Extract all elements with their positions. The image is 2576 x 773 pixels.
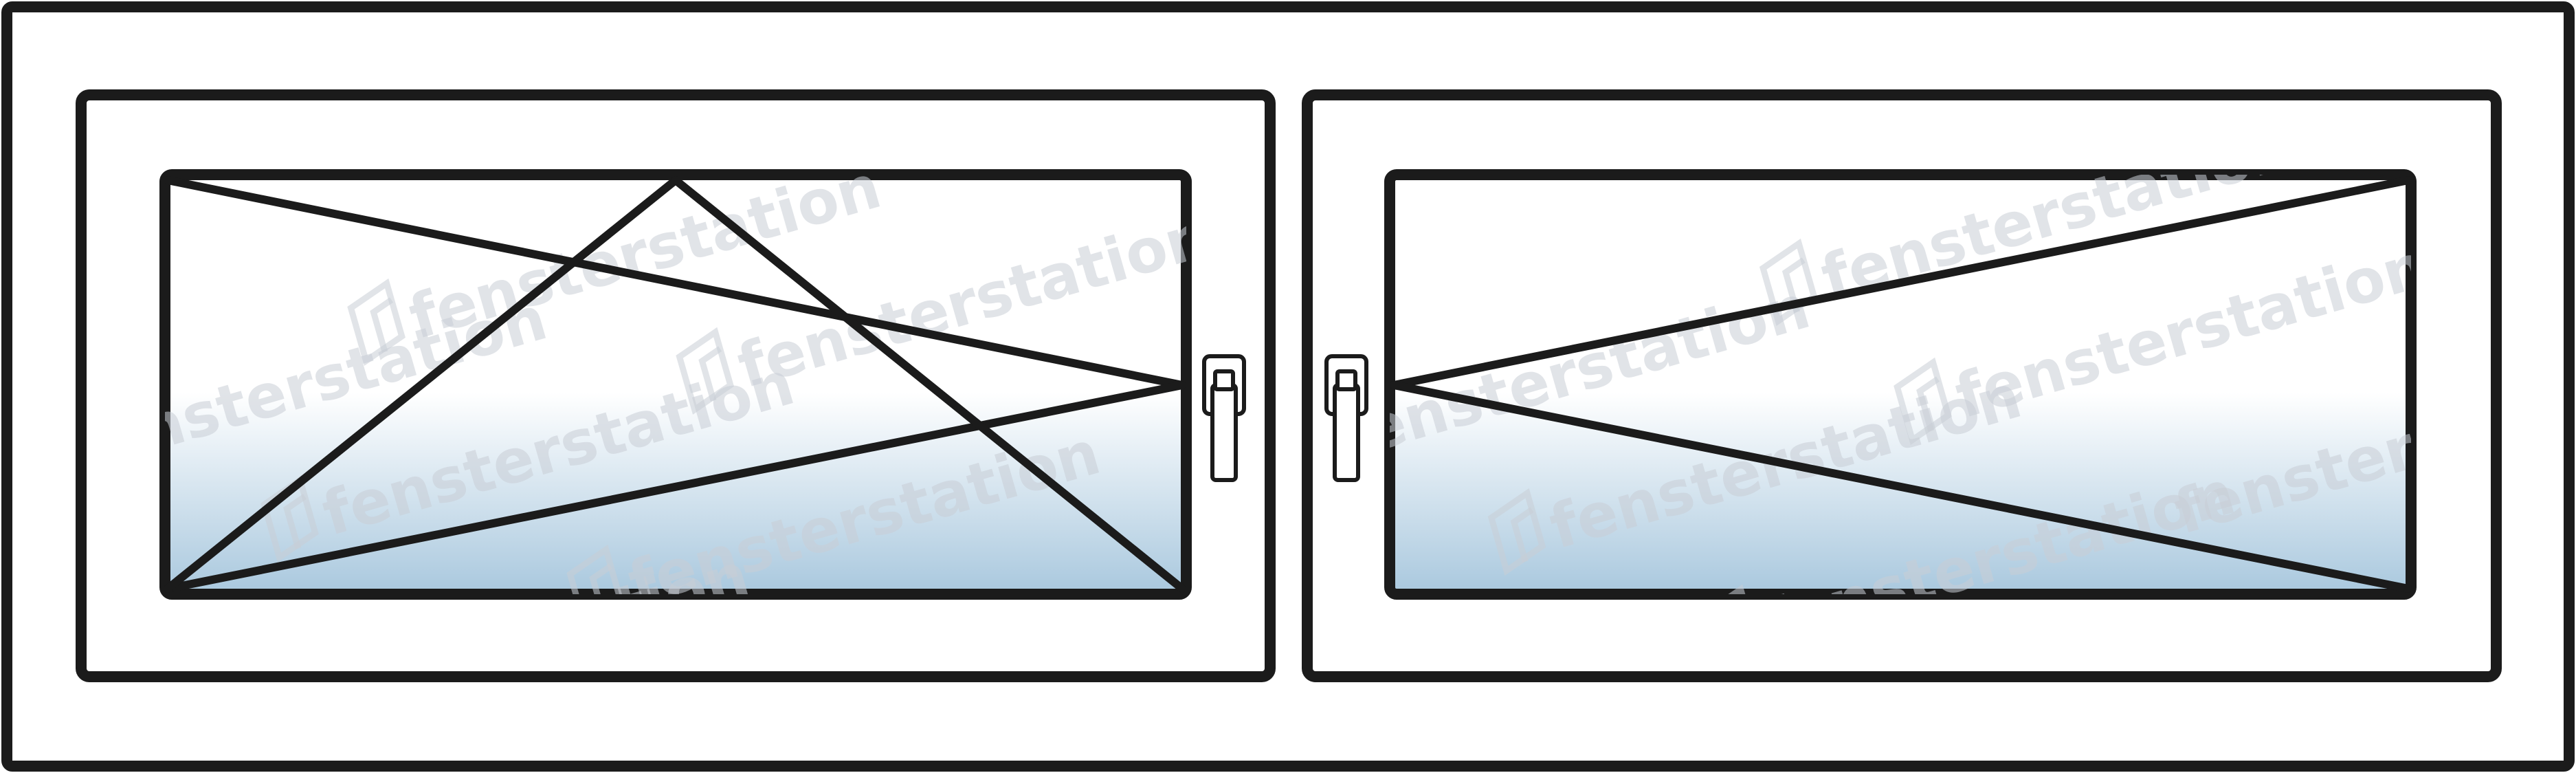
handle-pivot — [1335, 369, 1357, 391]
handle-pivot — [1213, 369, 1235, 391]
window-diagram: fensterstation fensterstation fenstersta… — [1, 1, 2575, 772]
handle-lever — [1333, 383, 1360, 482]
handle-lever — [1210, 383, 1238, 482]
